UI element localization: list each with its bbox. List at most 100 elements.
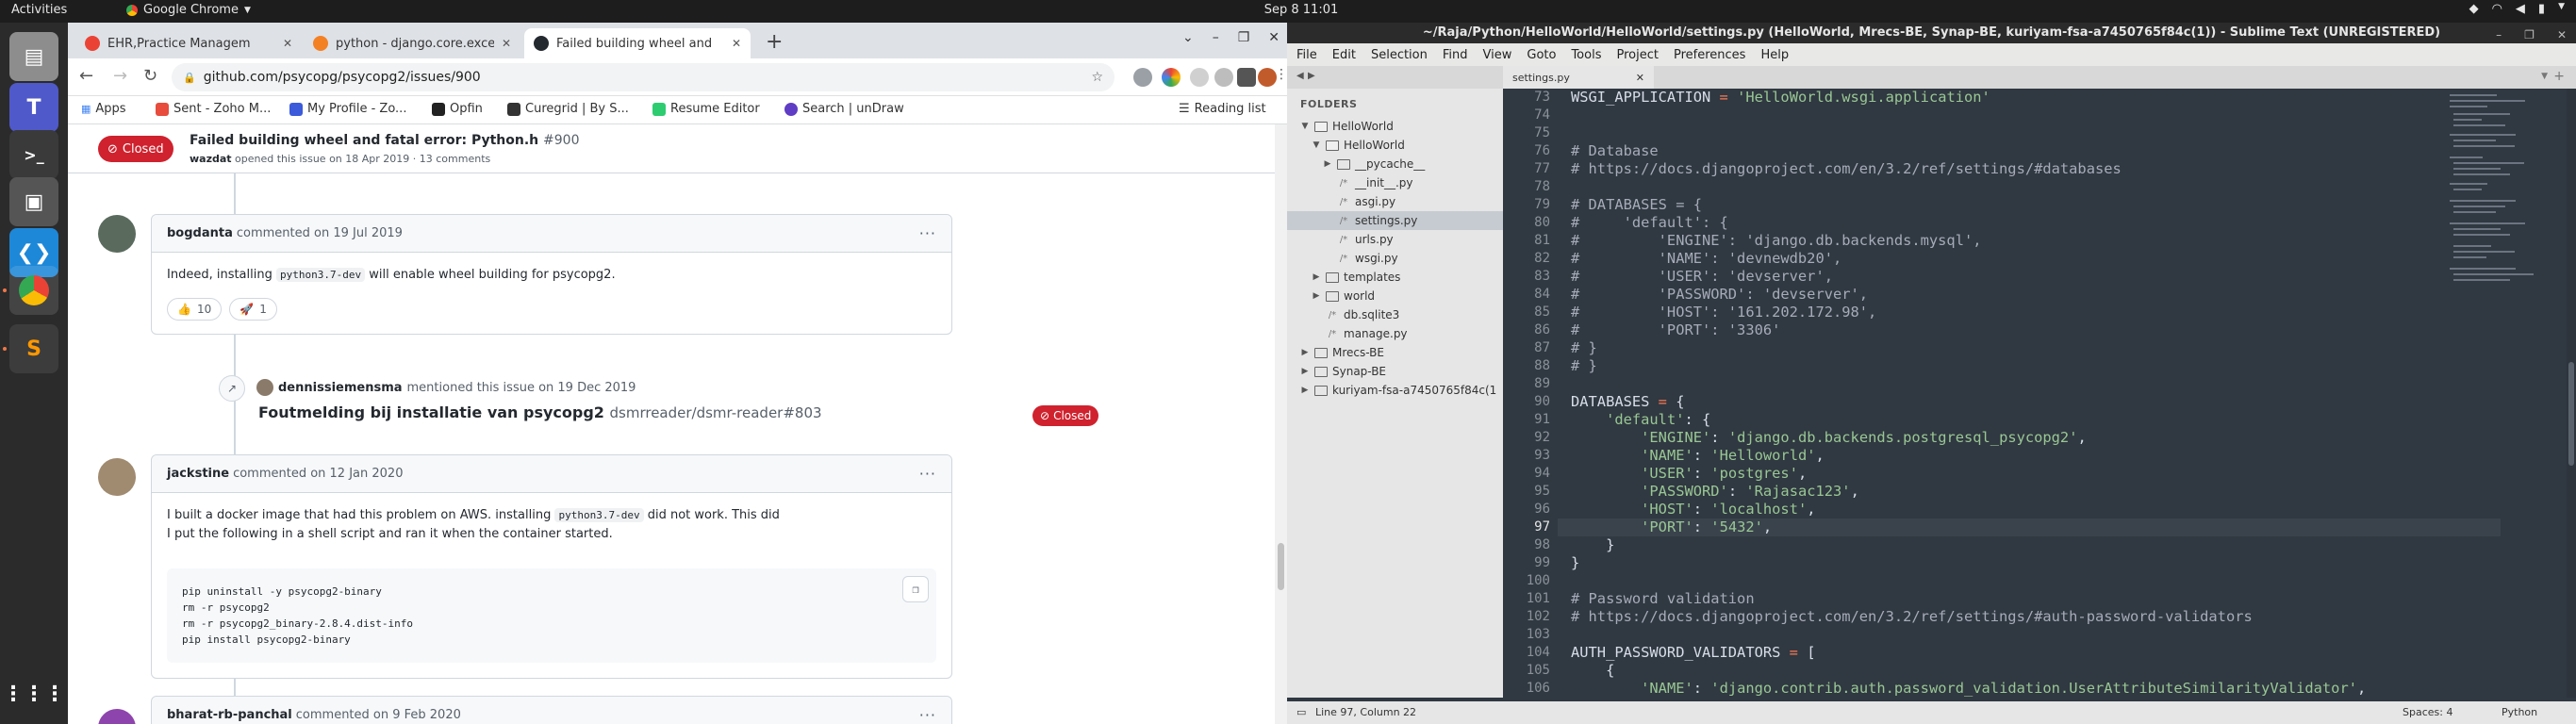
chrome-dock-icon[interactable] [9, 266, 58, 315]
menu-tools[interactable]: Tools [1571, 48, 1601, 62]
issue-author-link[interactable]: wazdat [190, 153, 232, 165]
new-tab-button[interactable]: + [766, 30, 783, 54]
code-line[interactable]: # 'PASSWORD': 'devserver', [1571, 286, 1868, 304]
code-line[interactable]: # } [1571, 339, 1597, 357]
code-line[interactable]: # 'default': { [1571, 214, 1728, 232]
terminal-icon[interactable]: >_ [9, 130, 58, 179]
new-tab-button[interactable]: + [2553, 69, 2565, 84]
menu-project[interactable]: Project [1616, 48, 1658, 62]
sidebar-folder-item[interactable]: ▶ templates [1287, 268, 1503, 287]
minimize-icon[interactable]: – [1213, 30, 1219, 45]
extensions-puzzle-icon[interactable] [1237, 68, 1256, 87]
menu-selection[interactable]: Selection [1371, 48, 1428, 62]
code-line[interactable]: DATABASES = { [1571, 393, 1685, 411]
avatar[interactable] [98, 215, 136, 253]
sidebar-folder-item[interactable]: ▶ world [1287, 287, 1503, 305]
system-tray[interactable]: ◆ ◠ ◀ ▮ ▼ [2469, 2, 2565, 16]
extension-icon[interactable] [1162, 68, 1181, 87]
image-viewer-icon[interactable]: ▣ [9, 177, 58, 226]
code-line[interactable]: # Database [1571, 142, 1659, 160]
extension-icon[interactable] [1214, 68, 1233, 87]
bookmark-item[interactable]: Sent - Zoho M... [156, 102, 271, 116]
code-line[interactable]: } [1571, 554, 1579, 572]
activities-button[interactable]: Activities [11, 3, 67, 17]
browser-tab[interactable]: EHR,Practice Managem ✕ [75, 28, 302, 58]
avatar[interactable] [1258, 68, 1277, 87]
maximize-icon[interactable]: ❐ [2524, 25, 2535, 45]
minimap[interactable] [2446, 89, 2559, 371]
chevron-right-icon[interactable]: ▶ [1323, 159, 1332, 169]
chevron-down-icon[interactable]: ▼ [2558, 2, 2565, 16]
files-icon[interactable]: ▤ [9, 32, 58, 81]
comment-date[interactable]: commented on 9 Feb 2020 [296, 708, 461, 722]
more-options-icon[interactable]: ··· [919, 706, 936, 724]
indentation-setting[interactable]: Spaces: 4 [2403, 706, 2452, 718]
referenced-issue-ref[interactable]: dsmrreader/dsmr-reader#803 [610, 404, 822, 421]
code-line[interactable]: # 'NAME': 'devnewdb20', [1571, 250, 1841, 268]
clock[interactable]: Sep 8 11:01 [1245, 3, 1358, 17]
address-bar[interactable]: 🔒 github.com/psycopg/psycopg2/issues/900… [172, 63, 1115, 91]
code-line[interactable]: # } [1571, 357, 1597, 375]
chevron-right-icon[interactable]: ▶ [1308, 71, 1315, 81]
page-scrollbar[interactable] [1275, 124, 1287, 724]
panel-toggle-icon[interactable]: ▭ [1296, 706, 1306, 718]
close-icon[interactable]: ✕ [1268, 30, 1280, 45]
code-line[interactable]: 'NAME': 'django.contrib.auth.password_va… [1571, 680, 2366, 698]
comment-date[interactable]: commented on 19 Jul 2019 [237, 226, 403, 240]
event-author[interactable]: dennissiemensma [278, 381, 403, 395]
code-line[interactable]: # 'HOST': '161.202.172.98', [1571, 304, 1876, 321]
menu-find[interactable]: Find [1443, 48, 1468, 62]
editor-scrollbar[interactable] [2567, 89, 2576, 698]
sidebar-folder-item[interactable]: ▼ HelloWorld [1287, 136, 1503, 155]
sidebar-folder-item[interactable]: ▶ kuriyam-fsa-a7450765f84c(1 [1287, 381, 1503, 400]
comment-date[interactable]: commented on 12 Jan 2020 [233, 467, 403, 481]
chevron-right-icon[interactable]: ▶ [1300, 348, 1310, 357]
sidebar-file-item[interactable]: /* urls.py [1287, 230, 1503, 249]
referenced-issue-title[interactable]: Foutmelding bij installatie van psycopg2 [258, 403, 604, 421]
reading-list-button[interactable]: ☰ Reading list [1179, 102, 1266, 116]
code-line[interactable]: 'default': { [1571, 411, 1710, 429]
sidebar-folder-item[interactable]: ▶ Mrecs-BE [1287, 343, 1503, 362]
editor-tab-active[interactable]: settings.py ✕ [1503, 66, 1654, 89]
teams-icon[interactable]: T [9, 83, 58, 132]
minimize-icon[interactable]: – [2496, 25, 2502, 45]
menu-help[interactable]: Help [1760, 48, 1789, 62]
code-line[interactable]: # 'PORT': '3306' [1571, 321, 1780, 339]
url-text[interactable]: github.com/psycopg/psycopg2/issues/900 [204, 70, 481, 85]
menu-kebab-icon[interactable]: ⋮ [1275, 67, 1288, 82]
close-icon[interactable]: ✕ [283, 37, 292, 50]
chevron-left-icon[interactable]: ◀ [1296, 71, 1304, 81]
code-line[interactable]: # https://docs.djangoproject.com/en/3.2/… [1571, 160, 2122, 178]
comment-author[interactable]: bharat-rb-panchal [167, 708, 292, 722]
back-icon[interactable]: ← [79, 66, 93, 86]
volume-icon[interactable]: ◀ [2516, 2, 2525, 16]
code-line[interactable]: { [1571, 662, 1614, 680]
code-line[interactable]: # Password validation [1571, 590, 1755, 608]
cursor-position[interactable]: Line 97, Column 22 [1315, 706, 1416, 718]
code-line[interactable]: 'PORT': '5432', [1571, 518, 1772, 536]
wifi-icon[interactable]: ◠ [2492, 2, 2502, 16]
code-line[interactable]: # https://docs.djangoproject.com/en/3.2/… [1571, 608, 2253, 626]
chevron-right-icon[interactable]: ▶ [1300, 367, 1310, 376]
bookmark-apps[interactable]: ▦ Apps [81, 102, 126, 116]
chevron-right-icon[interactable]: ▶ [1312, 272, 1321, 282]
scrollbar-thumb[interactable] [1278, 543, 1284, 590]
bookmark-item[interactable]: My Profile - Zo... [289, 102, 406, 116]
bookmark-star-icon[interactable]: ☆ [1091, 70, 1103, 85]
referenced-issue-link[interactable]: Foutmelding bij installatie van psycopg2… [258, 403, 822, 421]
comment-author[interactable]: jackstine [167, 467, 229, 481]
sublime-text-icon[interactable]: S [9, 324, 58, 373]
sidebar-file-item[interactable]: /* manage.py [1287, 324, 1503, 343]
code-line[interactable]: # 'USER': 'devserver', [1571, 268, 1833, 286]
code-line[interactable]: 'PASSWORD': 'Rajasac123', [1571, 483, 1859, 501]
extension-icon[interactable] [1190, 68, 1209, 87]
code-line[interactable]: } [1571, 536, 1614, 554]
sidebar-folder-item[interactable]: ▼ HelloWorld [1287, 117, 1503, 136]
menu-goto[interactable]: Goto [1527, 48, 1556, 62]
app-grid-icon[interactable]: ⋮⋮⋮ [3, 669, 65, 718]
chevron-right-icon[interactable]: ▶ [1300, 386, 1310, 395]
code-line[interactable]: AUTH_PASSWORD_VALIDATORS = [ [1571, 644, 1815, 662]
dropbox-icon[interactable]: ◆ [2469, 2, 2479, 16]
bookmark-item[interactable]: Search | unDraw [784, 102, 904, 116]
reaction-thumbs-up[interactable]: 👍 10 [167, 298, 223, 321]
